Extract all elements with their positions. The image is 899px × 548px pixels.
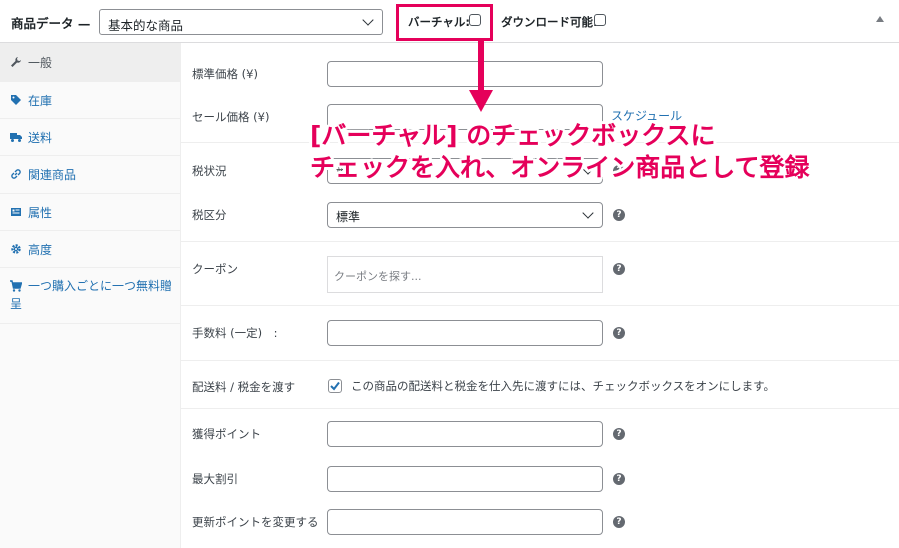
product-type-select[interactable]: 基本的な商品 [99,9,383,35]
product-type-value: 基本的な商品 [108,18,184,33]
divider [181,241,899,242]
tab-inventory[interactable]: 在庫 [0,82,180,119]
fee-input[interactable] [327,320,603,346]
chevron-down-icon [362,14,374,26]
shipping-tax-checkbox[interactable] [328,379,342,393]
tab-inventory-label: 在庫 [28,94,53,108]
virtual-label: バーチャル: [408,15,470,29]
coupon-placeholder: クーポンを探す... [334,270,422,283]
tax-status-label: 税状況 [192,164,227,178]
divider [181,305,899,306]
sale-price-label: セール価格 (¥) [192,110,270,124]
tab-linked-products[interactable]: 関連商品 [0,156,180,194]
tab-general[interactable]: 一般 [0,43,180,82]
update-points-label: 更新ポイントを変更する [192,515,319,529]
tab-bogo[interactable]: 一つ購入ごとに一つ無料贈 呈 [0,268,180,324]
help-icon[interactable]: ? [613,473,625,485]
tab-attributes-label: 属性 [28,206,53,220]
annotation-line-2: チェックを入れ、オンライン商品として登録 [310,153,810,182]
shipping-tax-description: この商品の配送料と税金を仕入先に渡すには、チェックボックスをオンにします。 [351,379,776,393]
regular-price-input[interactable] [327,61,603,87]
downloadable-checkbox[interactable] [594,14,606,26]
coupon-label: クーポン [192,262,238,276]
collapse-arrow-icon[interactable] [876,16,884,22]
tab-linked-products-label: 関連商品 [28,168,77,182]
list-icon [11,208,21,216]
tab-shipping[interactable]: 送料 [0,119,180,156]
tab-bogo-label: 一つ購入ごとに一つ無料贈 [28,279,173,293]
gear-icon [11,244,21,254]
annotation-arrow-icon [469,40,493,112]
tab-bogo-label-line2: 呈 [10,297,23,311]
product-data-tabs: 一般 在庫 送料 関連商品 属性 高度 一つ購入ごとに一つ無料贈 呈 [0,43,181,548]
regular-price-label: 標準価格 (¥) [192,67,258,81]
tab-attributes[interactable]: 属性 [0,194,180,231]
tab-general-label: 一般 [28,56,53,70]
fee-label: 手数料 (一定) : [192,326,278,340]
help-icon[interactable]: ? [613,263,625,275]
cart-icon [10,280,22,292]
tax-class-select[interactable]: 標準 [327,202,603,228]
divider [181,360,899,361]
help-icon[interactable]: ? [613,209,625,221]
max-discount-label: 最大割引 [192,472,238,486]
tab-advanced-label: 高度 [28,243,53,257]
help-icon[interactable]: ? [613,516,625,528]
points-label: 獲得ポイント [192,427,261,441]
update-points-input[interactable] [327,509,603,535]
checkmark-icon [330,381,340,391]
chevron-down-icon [582,207,594,219]
product-data-title: 商品データ — [11,16,91,31]
truck-icon [10,133,22,142]
coupon-search-input[interactable]: クーポンを探す... [327,256,603,293]
help-icon[interactable]: ? [613,428,625,440]
tax-class-value: 標準 [336,210,361,224]
tag-icon [11,95,21,105]
downloadable-label: ダウンロード可能: [501,15,598,29]
tax-class-label: 税区分 [192,208,227,222]
link-icon [11,169,21,179]
shipping-tax-label: 配送料 / 税金を渡す [192,380,296,394]
divider [181,408,899,409]
tab-advanced[interactable]: 高度 [0,231,180,268]
points-input[interactable] [327,421,603,447]
tab-shipping-label: 送料 [28,131,53,145]
help-icon[interactable]: ? [613,327,625,339]
product-data-header: 商品データ — 基本的な商品 バーチャル: ダウンロード可能: [0,0,899,43]
wrench-icon [11,57,21,67]
max-discount-input[interactable] [327,466,603,492]
virtual-checkbox[interactable] [469,14,481,26]
annotation-line-1: [バーチャル] のチェックボックスに [310,121,716,150]
